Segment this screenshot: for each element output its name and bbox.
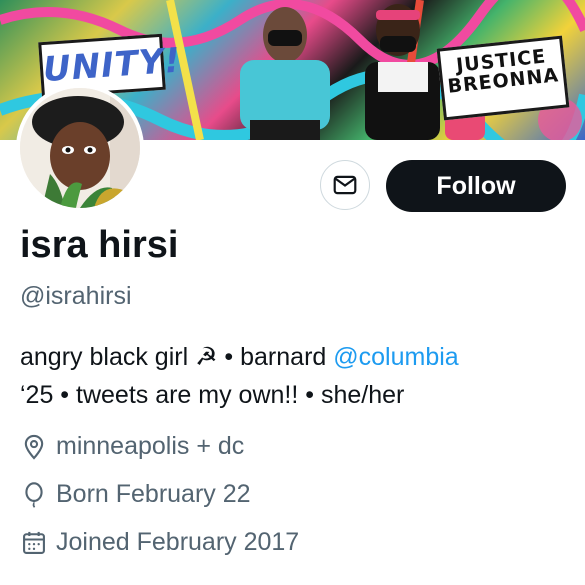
joined-text: Joined February 2017: [56, 528, 300, 556]
profile-location: minneapolis + dc: [20, 432, 244, 461]
profile-joined-date: Joined February 2017: [20, 528, 299, 557]
location-text: minneapolis + dc: [56, 432, 245, 460]
person-left: [240, 7, 330, 140]
bio-mention-link[interactable]: @columbia: [333, 343, 458, 371]
profile-bio: angry black girl ☭ • barnard @columbia ‘…: [20, 338, 570, 414]
display-name: isra hirsi: [20, 224, 179, 266]
envelope-icon: [333, 175, 357, 195]
balloon-icon: [20, 481, 48, 509]
bio-text-part2: ‘25 • tweets are my own!! • she/her: [20, 381, 405, 409]
justice-sign: JUSTICE BREONNA: [436, 35, 570, 121]
username-handle: @israhirsi: [20, 282, 132, 310]
bio-text-part1: angry black girl ☭ • barnard: [20, 343, 334, 371]
message-button[interactable]: [320, 160, 370, 210]
avatar-photo: [20, 88, 140, 208]
birthday-text: Born February 22: [56, 480, 251, 508]
follow-button[interactable]: Follow: [386, 160, 566, 212]
profile-birthday: Born February 22: [20, 480, 251, 509]
profile-avatar[interactable]: [16, 84, 144, 212]
location-pin-icon: [20, 433, 48, 461]
calendar-icon: [20, 529, 48, 557]
